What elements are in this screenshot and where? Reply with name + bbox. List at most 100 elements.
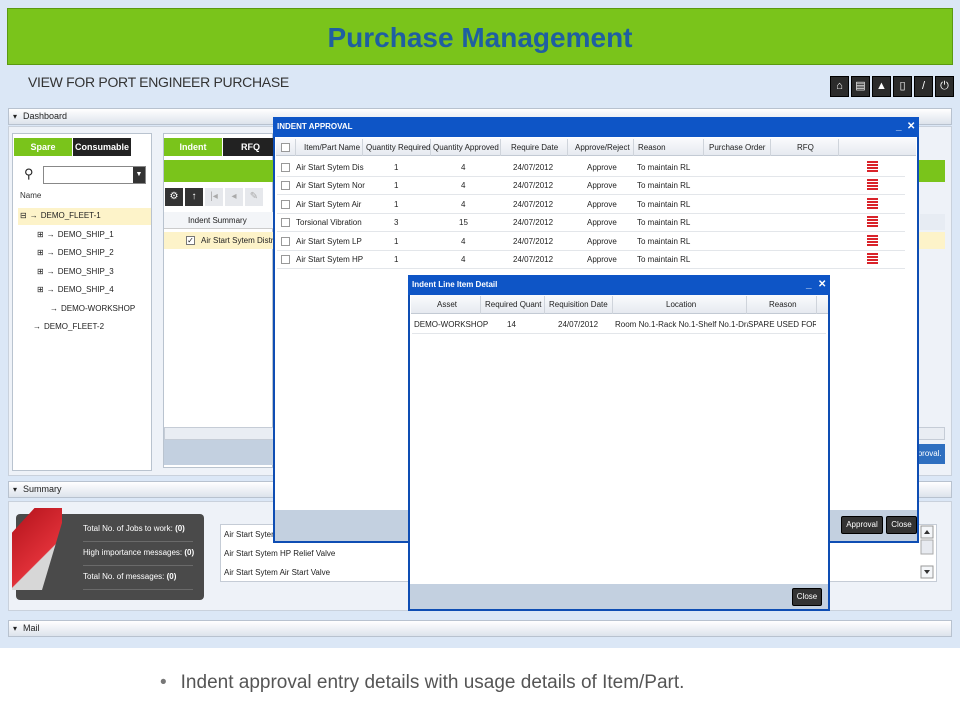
tab-rfq[interactable]: RFQ: [223, 138, 278, 156]
tree-item-ship-1[interactable]: ⊞ → DEMO_SHIP_1: [37, 230, 114, 239]
cell-qty-approved[interactable]: 4: [461, 163, 465, 172]
rfq-icon[interactable]: [867, 161, 878, 173]
indent-row[interactable]: ✓ Air Start Sytem Distributor: [164, 232, 274, 249]
col-item[interactable]: Item/Part Name: [304, 143, 360, 152]
row-checkbox[interactable]: [281, 181, 290, 190]
rfq-icon[interactable]: [867, 198, 878, 210]
indent-row-label: Air Start Sytem Distributor: [201, 236, 274, 245]
cell-qty-approved[interactable]: 15: [459, 218, 468, 227]
tree-item-ship-4[interactable]: ⊞ → DEMO_SHIP_4: [37, 285, 114, 294]
tree-item-fleet-2[interactable]: → DEMO_FLEET-2: [30, 322, 104, 331]
cell-status[interactable]: Approve: [587, 181, 617, 190]
col-qty-approved[interactable]: Quantity Approved: [433, 143, 499, 152]
row-checkbox[interactable]: [281, 255, 290, 264]
chevron-down-icon[interactable]: ▼: [133, 167, 145, 183]
list-item[interactable]: Air Start Sytem HP Relief Valve: [224, 549, 335, 558]
tree-item-ship-3[interactable]: ⊞ → DEMO_SHIP_3: [37, 267, 114, 276]
col-requisition-date[interactable]: Requisition Date: [549, 300, 608, 309]
close-icon[interactable]: ✕: [818, 279, 826, 290]
col-rfq[interactable]: RFQ: [797, 143, 814, 152]
expand-icon[interactable]: ⊞: [37, 230, 44, 239]
search-icon[interactable]: ⚲: [24, 166, 34, 182]
expand-icon[interactable]: ⊞: [37, 267, 44, 276]
tab-indent[interactable]: Indent: [164, 138, 222, 156]
first-page-icon[interactable]: |◂: [205, 188, 223, 206]
col-reason[interactable]: Reason: [638, 143, 666, 152]
print-icon[interactable]: ▤: [851, 76, 870, 97]
tab-spare[interactable]: Spare: [14, 138, 72, 156]
col-required-quant[interactable]: Required Quant: [485, 300, 541, 309]
row-checkbox[interactable]: [281, 163, 290, 172]
cell-reason[interactable]: To maintain RL: [637, 163, 690, 172]
rfq-icon[interactable]: [867, 179, 878, 191]
prev-page-icon[interactable]: ◂: [225, 188, 243, 206]
cell-status[interactable]: Approve: [587, 255, 617, 264]
col-require-date[interactable]: Require Date: [511, 143, 558, 152]
cell-status[interactable]: Approve: [587, 163, 617, 172]
row-checkbox[interactable]: [281, 218, 290, 227]
col-location[interactable]: Location: [666, 300, 696, 309]
warning-icon[interactable]: ▲: [872, 76, 891, 97]
expand-icon[interactable]: ⊞: [37, 285, 44, 294]
list-item[interactable]: Air Start Sytem Air Start Valve: [224, 568, 330, 577]
row-checkbox[interactable]: [281, 200, 290, 209]
collapse-icon[interactable]: ⊟: [20, 211, 27, 220]
right-scrollbar[interactable]: [917, 427, 945, 440]
cell-reason[interactable]: To maintain RL: [637, 181, 690, 190]
power-icon[interactable]: ⏻: [935, 76, 954, 97]
rfq-icon[interactable]: [867, 253, 878, 265]
cell-qty-approved[interactable]: 4: [461, 181, 465, 190]
row-checkbox[interactable]: ✓: [186, 236, 195, 246]
tree-item-fleet-1[interactable]: ⊟ → DEMO_FLEET-1: [18, 208, 151, 225]
select-all-checkbox[interactable]: [281, 143, 290, 152]
cell-asset: DEMO-WORKSHOP: [414, 320, 489, 329]
minimize-icon[interactable]: _: [806, 279, 812, 290]
close-button[interactable]: Close: [792, 588, 822, 606]
col-approve-reject[interactable]: Approve/Reject: [575, 143, 630, 152]
cell-status[interactable]: Approve: [587, 218, 617, 227]
cell-reason[interactable]: To maintain RL: [637, 218, 690, 227]
row-checkbox[interactable]: [281, 237, 290, 246]
search-input[interactable]: ▼: [43, 166, 146, 184]
rfq-icon[interactable]: [867, 235, 878, 247]
tree-item-workshop[interactable]: → DEMO-WORKSHOP: [47, 304, 135, 313]
close-icon[interactable]: ✕: [907, 121, 915, 132]
home-icon[interactable]: ⌂: [830, 76, 849, 97]
tab-consumable[interactable]: Consumable: [73, 138, 131, 156]
indent-toolbar: ⚙ ↑ |◂ ◂ ✎: [165, 188, 263, 206]
tree-item-ship-2[interactable]: ⊞ → DEMO_SHIP_2: [37, 248, 114, 257]
cell-qty-approved[interactable]: 4: [461, 255, 465, 264]
cell-qty-approved[interactable]: 4: [461, 200, 465, 209]
col-asset[interactable]: Asset: [437, 300, 457, 309]
document-icon[interactable]: ▯: [893, 76, 912, 97]
cell-reason: SPARE USED FOR J(: [748, 320, 816, 329]
edit-icon[interactable]: ✎: [245, 188, 263, 206]
rfq-icon[interactable]: [867, 216, 878, 228]
horizontal-scrollbar[interactable]: [164, 427, 274, 440]
tree-label: DEMO_FLEET-1: [40, 211, 101, 220]
close-button[interactable]: Close: [886, 516, 917, 534]
cell-qty-approved[interactable]: 4: [461, 237, 465, 246]
gear-icon[interactable]: ⚙: [165, 188, 183, 206]
edit-icon[interactable]: /: [914, 76, 933, 97]
expand-icon[interactable]: ⊞: [37, 248, 44, 257]
window-title: Indent Line Item Detail: [412, 280, 498, 289]
col-qty-required[interactable]: Quantity Required: [366, 143, 430, 152]
col-purchase-order[interactable]: Purchase Order: [709, 143, 765, 152]
cell-date: 24/07/2012: [558, 320, 599, 329]
list-item[interactable]: Air Start Sytem: [224, 530, 278, 539]
mail-panel-header[interactable]: Mail: [8, 620, 952, 637]
cell-status[interactable]: Approve: [587, 237, 617, 246]
summary-scrollbar[interactable]: [920, 525, 934, 580]
cell-reason[interactable]: To maintain RL: [637, 200, 690, 209]
name-column-header: Name: [20, 191, 42, 200]
upload-icon[interactable]: ↑: [185, 188, 203, 206]
cell-reason[interactable]: To maintain RL: [637, 237, 690, 246]
indent-summary-header: Indent Summary: [164, 212, 274, 229]
cell-qty-required: 1: [394, 255, 399, 264]
minimize-icon[interactable]: _: [896, 121, 902, 132]
cell-reason[interactable]: To maintain RL: [637, 255, 690, 264]
col-reason[interactable]: Reason: [769, 300, 797, 309]
approval-button[interactable]: Approval: [841, 516, 883, 534]
cell-status[interactable]: Approve: [587, 200, 617, 209]
